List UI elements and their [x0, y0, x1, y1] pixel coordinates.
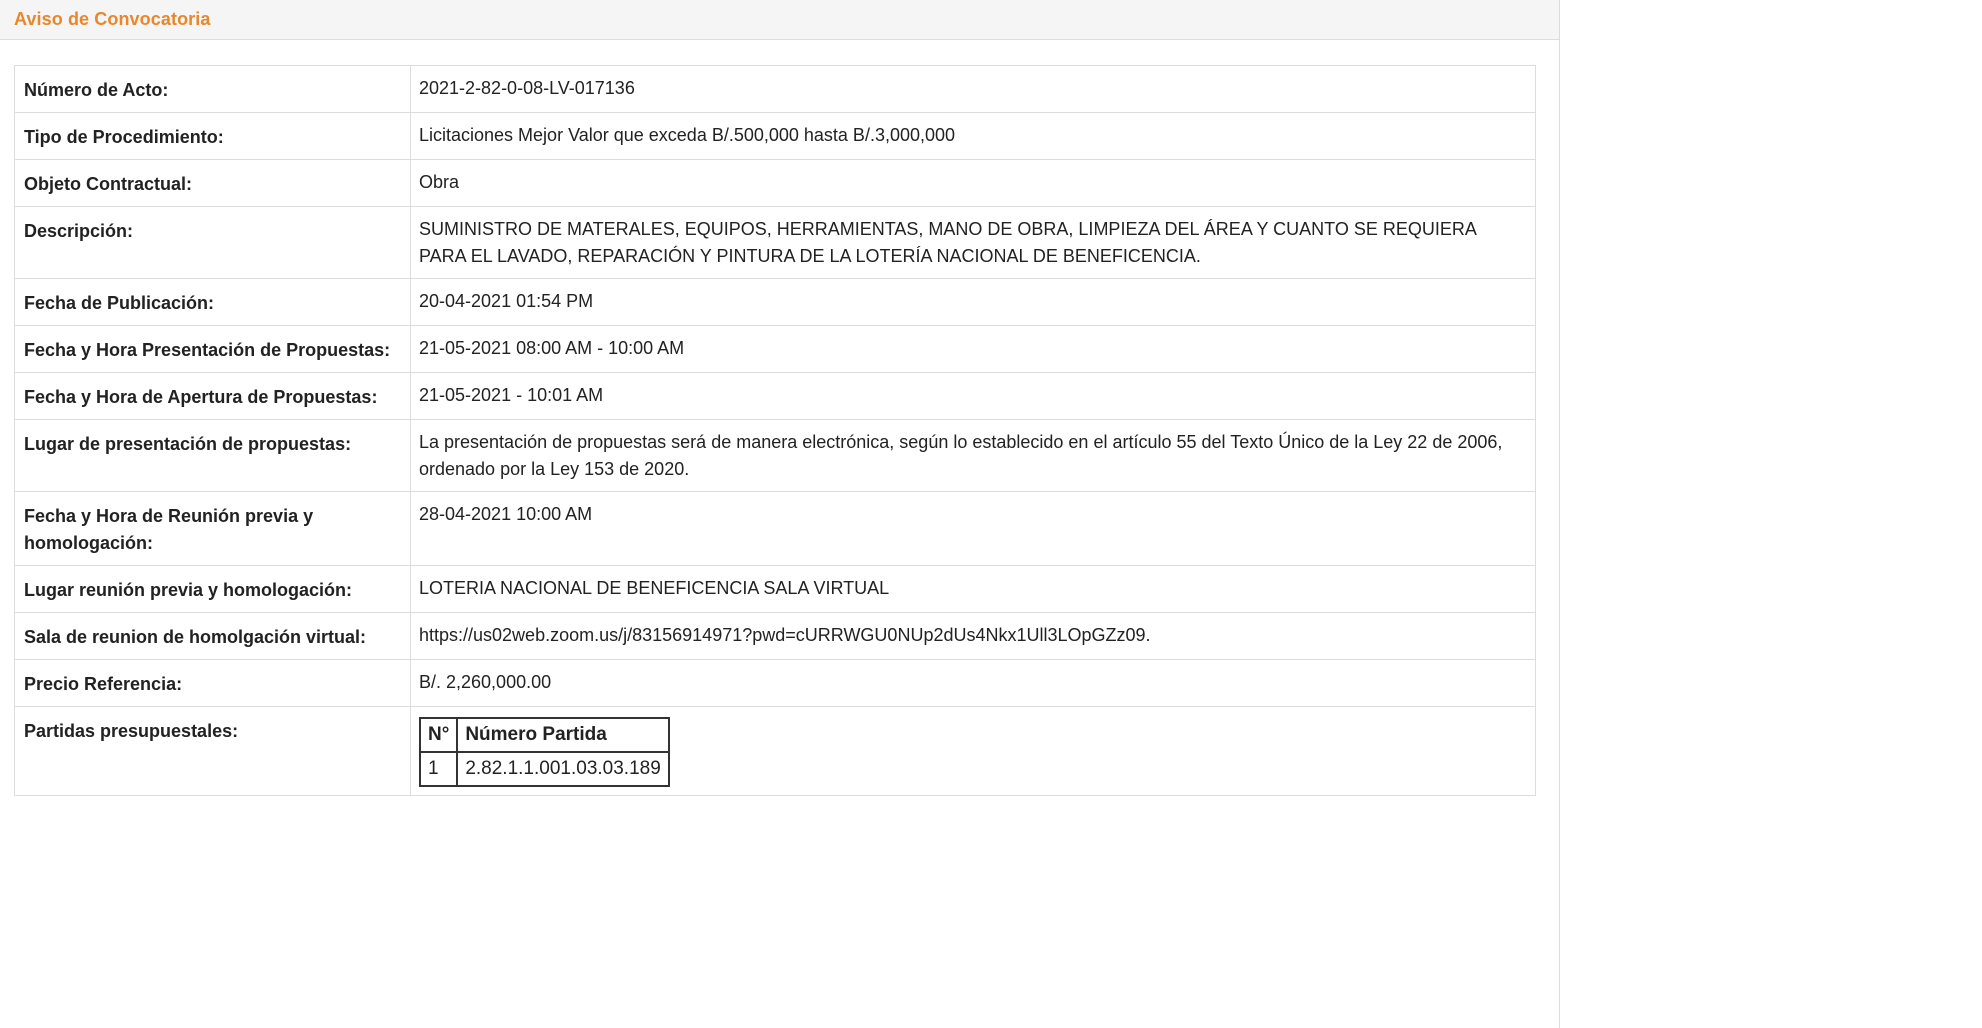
row-value: LOTERIA NACIONAL DE BENEFICENCIA SALA VI…: [410, 565, 1536, 613]
row-label: Objeto Contractual:: [14, 159, 411, 207]
row-lugar-reunion: Lugar reunión previa y homologación: LOT…: [14, 565, 1536, 613]
partidas-header-partida: Número Partida: [456, 717, 670, 753]
row-label: Fecha de Publicación:: [14, 278, 411, 326]
row-tipo-procedimiento: Tipo de Procedimiento: Licitaciones Mejo…: [14, 112, 1536, 160]
row-value: N° Número Partida 1 2.82.1.1.001.03.03.1…: [410, 706, 1536, 796]
partidas-header-row: N° Número Partida: [418, 717, 670, 753]
row-value: SUMINISTRO DE MATERALES, EQUIPOS, HERRAM…: [410, 206, 1536, 279]
row-value: Licitaciones Mejor Valor que exceda B/.5…: [410, 112, 1536, 160]
row-label: Número de Acto:: [14, 65, 411, 113]
row-numero-acto: Número de Acto: 2021-2-82-0-08-LV-017136: [14, 65, 1536, 113]
details-table: Número de Acto: 2021-2-82-0-08-LV-017136…: [14, 65, 1536, 796]
table-row: 1 2.82.1.1.001.03.03.189: [418, 751, 670, 787]
row-value: 21-05-2021 - 10:01 AM: [410, 372, 1536, 420]
row-value: 2021-2-82-0-08-LV-017136: [410, 65, 1536, 113]
row-fecha-apertura: Fecha y Hora de Apertura de Propuestas: …: [14, 372, 1536, 420]
row-value: La presentación de propuestas será de ma…: [410, 419, 1536, 492]
row-objeto-contractual: Objeto Contractual: Obra: [14, 159, 1536, 207]
row-value: 28-04-2021 10:00 AM: [410, 491, 1536, 566]
row-label: Fecha y Hora de Apertura de Propuestas:: [14, 372, 411, 420]
row-value: B/. 2,260,000.00: [410, 659, 1536, 707]
panel-header: Aviso de Convocatoria: [0, 0, 1559, 40]
partida-code: 2.82.1.1.001.03.03.189: [456, 751, 670, 787]
row-label: Partidas presupuestales:: [14, 706, 411, 796]
partida-number: 1: [418, 751, 459, 787]
row-lugar-presentacion: Lugar de presentación de propuestas: La …: [14, 419, 1536, 492]
partidas-table: N° Número Partida 1 2.82.1.1.001.03.03.1…: [418, 717, 670, 787]
row-fecha-publicacion: Fecha de Publicación: 20-04-2021 01:54 P…: [14, 278, 1536, 326]
row-label: Lugar reunión previa y homologación:: [14, 565, 411, 613]
details-table-wrapper: Número de Acto: 2021-2-82-0-08-LV-017136…: [14, 65, 1536, 796]
row-fecha-reunion: Fecha y Hora de Reunión previa y homolog…: [14, 491, 1536, 566]
row-fecha-presentacion: Fecha y Hora Presentación de Propuestas:…: [14, 325, 1536, 373]
row-label: Descripción:: [14, 206, 411, 279]
row-precio-referencia: Precio Referencia: B/. 2,260,000.00: [14, 659, 1536, 707]
panel-title: Aviso de Convocatoria: [14, 9, 211, 29]
row-sala-virtual: Sala de reunion de homolgación virtual: …: [14, 612, 1536, 660]
row-label: Lugar de presentación de propuestas:: [14, 419, 411, 492]
row-value: 20-04-2021 01:54 PM: [410, 278, 1536, 326]
row-descripcion: Descripción: SUMINISTRO DE MATERALES, EQ…: [14, 206, 1536, 279]
partidas-header-number: N°: [418, 717, 459, 753]
aviso-convocatoria-panel: Aviso de Convocatoria Número de Acto: 20…: [0, 0, 1560, 1028]
row-value: 21-05-2021 08:00 AM - 10:00 AM: [410, 325, 1536, 373]
row-value: https://us02web.zoom.us/j/83156914971?pw…: [410, 612, 1536, 660]
row-partidas: Partidas presupuestales: N° Número Parti…: [14, 706, 1536, 796]
row-label: Fecha y Hora de Reunión previa y homolog…: [14, 491, 411, 566]
row-label: Tipo de Procedimiento:: [14, 112, 411, 160]
row-label: Fecha y Hora Presentación de Propuestas:: [14, 325, 411, 373]
row-label: Sala de reunion de homolgación virtual:: [14, 612, 411, 660]
row-label: Precio Referencia:: [14, 659, 411, 707]
row-value: Obra: [410, 159, 1536, 207]
